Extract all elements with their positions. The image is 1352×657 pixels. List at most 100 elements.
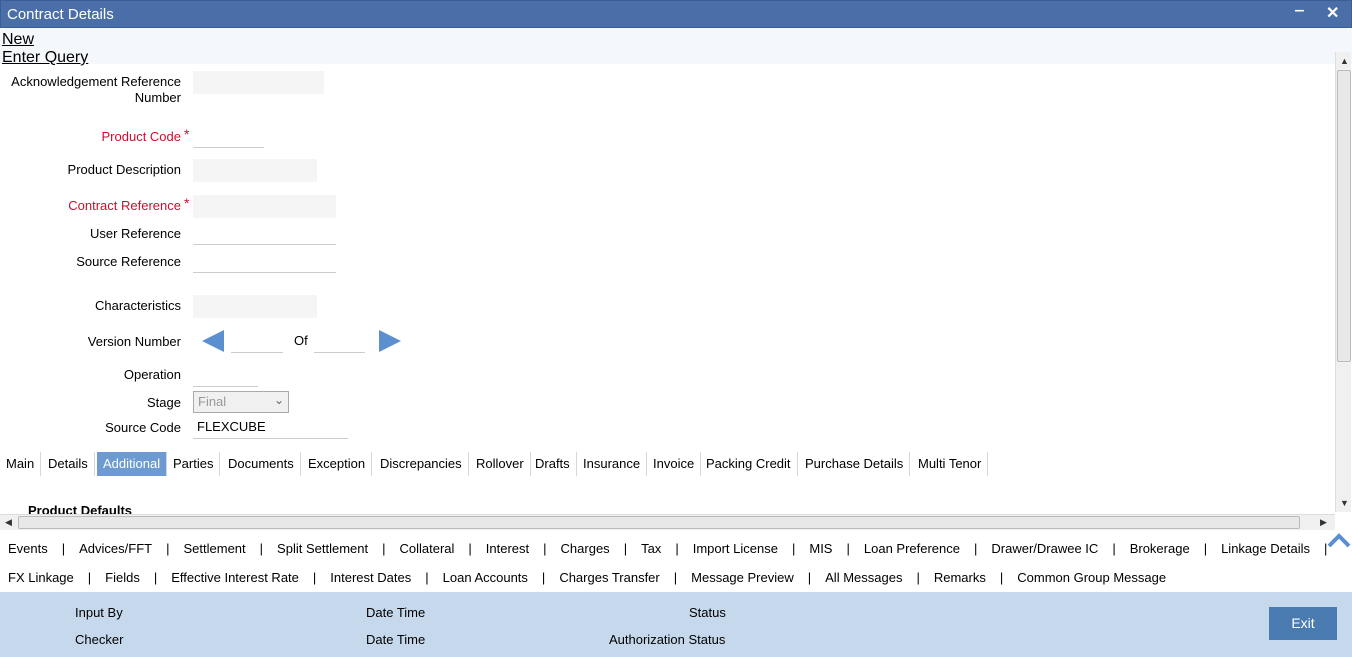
window-title: Contract Details	[7, 6, 114, 23]
product-desc-label: Product Description	[67, 162, 181, 177]
characteristics-field[interactable]	[193, 295, 317, 318]
enter-query-link[interactable]: Enter Query	[2, 49, 88, 67]
link-drawer-drawee-ic[interactable]: Drawer/Drawee IC	[991, 541, 1098, 556]
link-separator: |	[541, 570, 546, 585]
tab-multi-tenor[interactable]: Multi Tenor	[912, 452, 989, 476]
tab-details[interactable]: Details	[42, 452, 95, 476]
link-separator: |	[87, 570, 92, 585]
tab-content: Product Defaults	[0, 476, 1335, 514]
link-separator: |	[1112, 541, 1116, 556]
new-link[interactable]: New	[2, 31, 34, 49]
operation-label: Operation	[123, 367, 181, 382]
tab-invoice[interactable]: Invoice	[647, 452, 702, 476]
action-menu: New Enter Query	[0, 28, 1352, 67]
product-code-field[interactable]	[193, 125, 264, 148]
operation-field[interactable]	[193, 364, 258, 387]
version-total-field[interactable]	[314, 330, 365, 353]
link-brokerage[interactable]: Brokerage	[1130, 541, 1190, 556]
link-separator: |	[153, 570, 158, 585]
user-ref-field[interactable]	[193, 222, 336, 245]
link-separator: |	[312, 570, 317, 585]
scroll-up-arrow-icon[interactable]: ▲	[1340, 56, 1349, 66]
dropdown-chevron-icon: ⌄	[273, 393, 284, 407]
link-tax[interactable]: Tax	[641, 541, 661, 556]
prev-version-icon[interactable]	[202, 330, 224, 352]
tab-purchase-details[interactable]: Purchase Details	[799, 452, 911, 476]
link-split-settlement[interactable]: Split Settlement	[277, 541, 368, 556]
link-separator: |	[259, 541, 264, 556]
tab-main[interactable]: Main	[0, 452, 42, 476]
link-loan-accounts[interactable]: Loan Accounts	[443, 570, 528, 585]
exit-button[interactable]: Exit	[1269, 607, 1337, 640]
ack-ref-label: Acknowledgement Reference Number	[11, 74, 181, 105]
link-charges[interactable]: Charges	[561, 541, 610, 556]
stage-select[interactable]: Final ⌄	[193, 391, 289, 413]
link-mis[interactable]: MIS	[809, 541, 832, 556]
product-code-label: Product Code	[101, 129, 182, 144]
contract-ref-field[interactable]	[193, 195, 336, 218]
title-bar: Contract Details ‒ ✕	[0, 0, 1352, 28]
link-interest[interactable]: Interest	[486, 541, 529, 556]
version-number-field[interactable]	[231, 330, 283, 353]
link-separator: |	[791, 541, 796, 556]
link-events[interactable]: Events	[8, 541, 48, 556]
link-separator: |	[543, 541, 547, 556]
link-advices-fft[interactable]: Advices/FFT	[79, 541, 152, 556]
link-separator: |	[916, 570, 920, 585]
tab-parties[interactable]: Parties	[167, 452, 221, 476]
tab-additional[interactable]: Additional	[97, 452, 168, 476]
link-collateral[interactable]: Collateral	[399, 541, 454, 556]
link-charges-transfer[interactable]: Charges Transfer	[559, 570, 659, 585]
date-time-label-1: Date Time	[366, 605, 426, 620]
required-marker: *	[184, 126, 190, 142]
audit-footer: Input By Date Time Status Checker Date T…	[0, 592, 1352, 657]
tab-packing-credit[interactable]: Packing Credit	[700, 452, 798, 476]
link-loan-preference[interactable]: Loan Preference	[864, 541, 960, 556]
version-label: Version Number	[87, 334, 181, 349]
link-remarks[interactable]: Remarks	[934, 570, 986, 585]
link-linkage-details[interactable]: Linkage Details	[1221, 541, 1310, 556]
link-separator: |	[61, 541, 66, 556]
checker-label: Checker	[75, 632, 124, 647]
minimize-icon[interactable]: ‒	[1295, 2, 1304, 20]
tab-documents[interactable]: Documents	[222, 452, 301, 476]
link-all-messages[interactable]: All Messages	[825, 570, 902, 585]
tab-discrepancies[interactable]: Discrepancies	[374, 452, 469, 476]
vertical-scroll-thumb[interactable]	[1337, 70, 1351, 362]
horizontal-scroll-thumb[interactable]	[18, 516, 1300, 529]
tab-insurance[interactable]: Insurance	[577, 452, 648, 476]
source-ref-field[interactable]	[193, 250, 336, 273]
link-interest-dates[interactable]: Interest Dates	[330, 570, 411, 585]
scroll-right-arrow-icon[interactable]: ▶	[1320, 517, 1327, 528]
link-separator: |	[974, 541, 978, 556]
next-version-icon[interactable]	[379, 330, 401, 352]
characteristics-label: Characteristics	[95, 298, 181, 313]
source-code-field[interactable]: FLEXCUBE	[193, 416, 348, 439]
tab-exception[interactable]: Exception	[302, 452, 373, 476]
links-row-1: Events | Advices/FFT | Settlement | Split Sett…	[8, 541, 1341, 556]
link-effective-interest-rate[interactable]: Effective Interest Rate	[171, 570, 299, 585]
horizontal-scrollbar[interactable]: ◀ ▶	[0, 514, 1335, 530]
auth-status-label: Authorization Status	[609, 632, 726, 647]
of-label: Of	[294, 333, 308, 348]
scroll-up-icon[interactable]	[1326, 532, 1352, 550]
close-icon[interactable]: ✕	[1326, 3, 1339, 23]
ack-ref-field[interactable]	[193, 71, 324, 94]
product-desc-field[interactable]	[193, 159, 317, 182]
link-message-preview[interactable]: Message Preview	[691, 570, 794, 585]
link-common-group-message[interactable]: Common Group Message	[1017, 570, 1166, 585]
link-fx-linkage[interactable]: FX Linkage	[8, 570, 74, 585]
link-import-license[interactable]: Import License	[693, 541, 778, 556]
vertical-scrollbar[interactable]: ▲ ▼	[1335, 52, 1351, 512]
tab-drafts[interactable]: Drafts	[529, 452, 577, 476]
user-ref-label: User Reference	[89, 226, 181, 241]
link-separator: |	[673, 570, 678, 585]
link-fields[interactable]: Fields	[105, 570, 140, 585]
tab-rollover[interactable]: Rollover	[470, 452, 531, 476]
contract-ref-label: Contract Reference	[68, 198, 181, 213]
scroll-left-arrow-icon[interactable]: ◀	[5, 517, 12, 528]
stage-value: Final	[198, 394, 227, 409]
scroll-down-arrow-icon[interactable]: ▼	[1340, 498, 1349, 508]
link-settlement[interactable]: Settlement	[184, 541, 246, 556]
link-separator: |	[999, 570, 1004, 585]
